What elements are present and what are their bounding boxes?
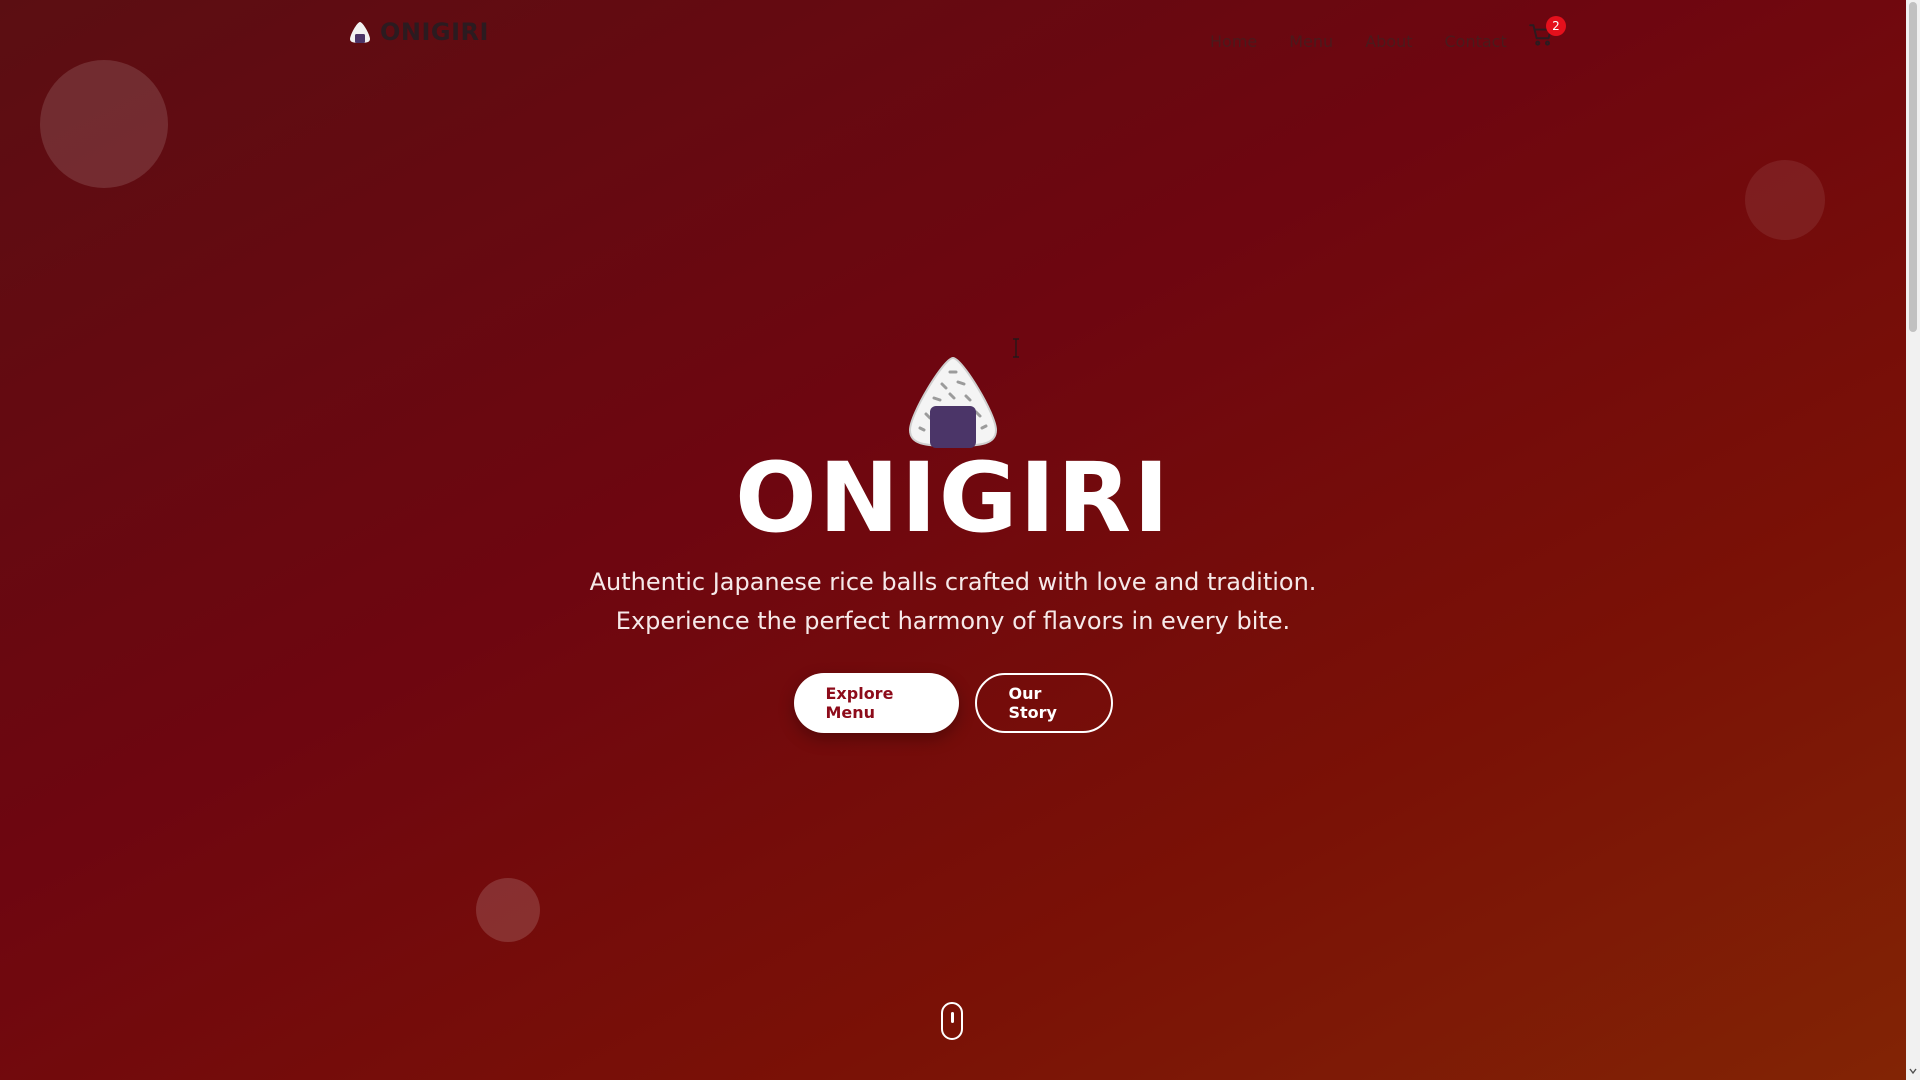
- scroll-down-arrow-icon[interactable]: [1909, 1066, 1917, 1076]
- scroll-wheel-dot: [951, 1012, 954, 1023]
- nav-links: Home Menu About Contact: [1210, 32, 1507, 51]
- mouse-scroll-icon[interactable]: [941, 1002, 963, 1040]
- decorative-circle: [40, 60, 168, 188]
- navbar: ONIGIRI Home Menu About Contact 2: [348, 14, 1566, 60]
- hero-title: ONIGIRI: [735, 442, 1171, 554]
- hero-buttons: Explore Menu Our Story: [0, 673, 1906, 733]
- cart-count-badge: 2: [1546, 16, 1566, 36]
- logo[interactable]: ONIGIRI: [348, 18, 489, 46]
- onigiri-icon: [350, 22, 370, 43]
- page-scrollbar[interactable]: [1906, 0, 1920, 1080]
- nav-link-about[interactable]: About: [1365, 32, 1412, 51]
- nav-link-home[interactable]: Home: [1210, 32, 1257, 51]
- scrollbar-thumb[interactable]: [1909, 2, 1917, 332]
- cart-button[interactable]: 2: [1528, 16, 1566, 48]
- hero-section: ONIGIRI Home Menu About Contact 2 ONIGIR…: [0, 0, 1906, 1080]
- nav-link-contact[interactable]: Contact: [1445, 32, 1507, 51]
- page: ONIGIRI Home Menu About Contact 2 ONIGIR…: [0, 0, 1920, 1080]
- explore-menu-button[interactable]: Explore Menu: [793, 673, 959, 733]
- hero-subtitle: Authentic Japanese rice balls crafted wi…: [589, 568, 1317, 635]
- text-cursor-icon: [1013, 338, 1019, 358]
- nav-link-menu[interactable]: Menu: [1289, 32, 1333, 51]
- onigiri-icon: [908, 356, 998, 448]
- our-story-button[interactable]: Our Story: [974, 673, 1113, 733]
- decorative-circle: [476, 878, 540, 942]
- decorative-circle: [1745, 160, 1825, 240]
- brand-name: ONIGIRI: [380, 18, 489, 46]
